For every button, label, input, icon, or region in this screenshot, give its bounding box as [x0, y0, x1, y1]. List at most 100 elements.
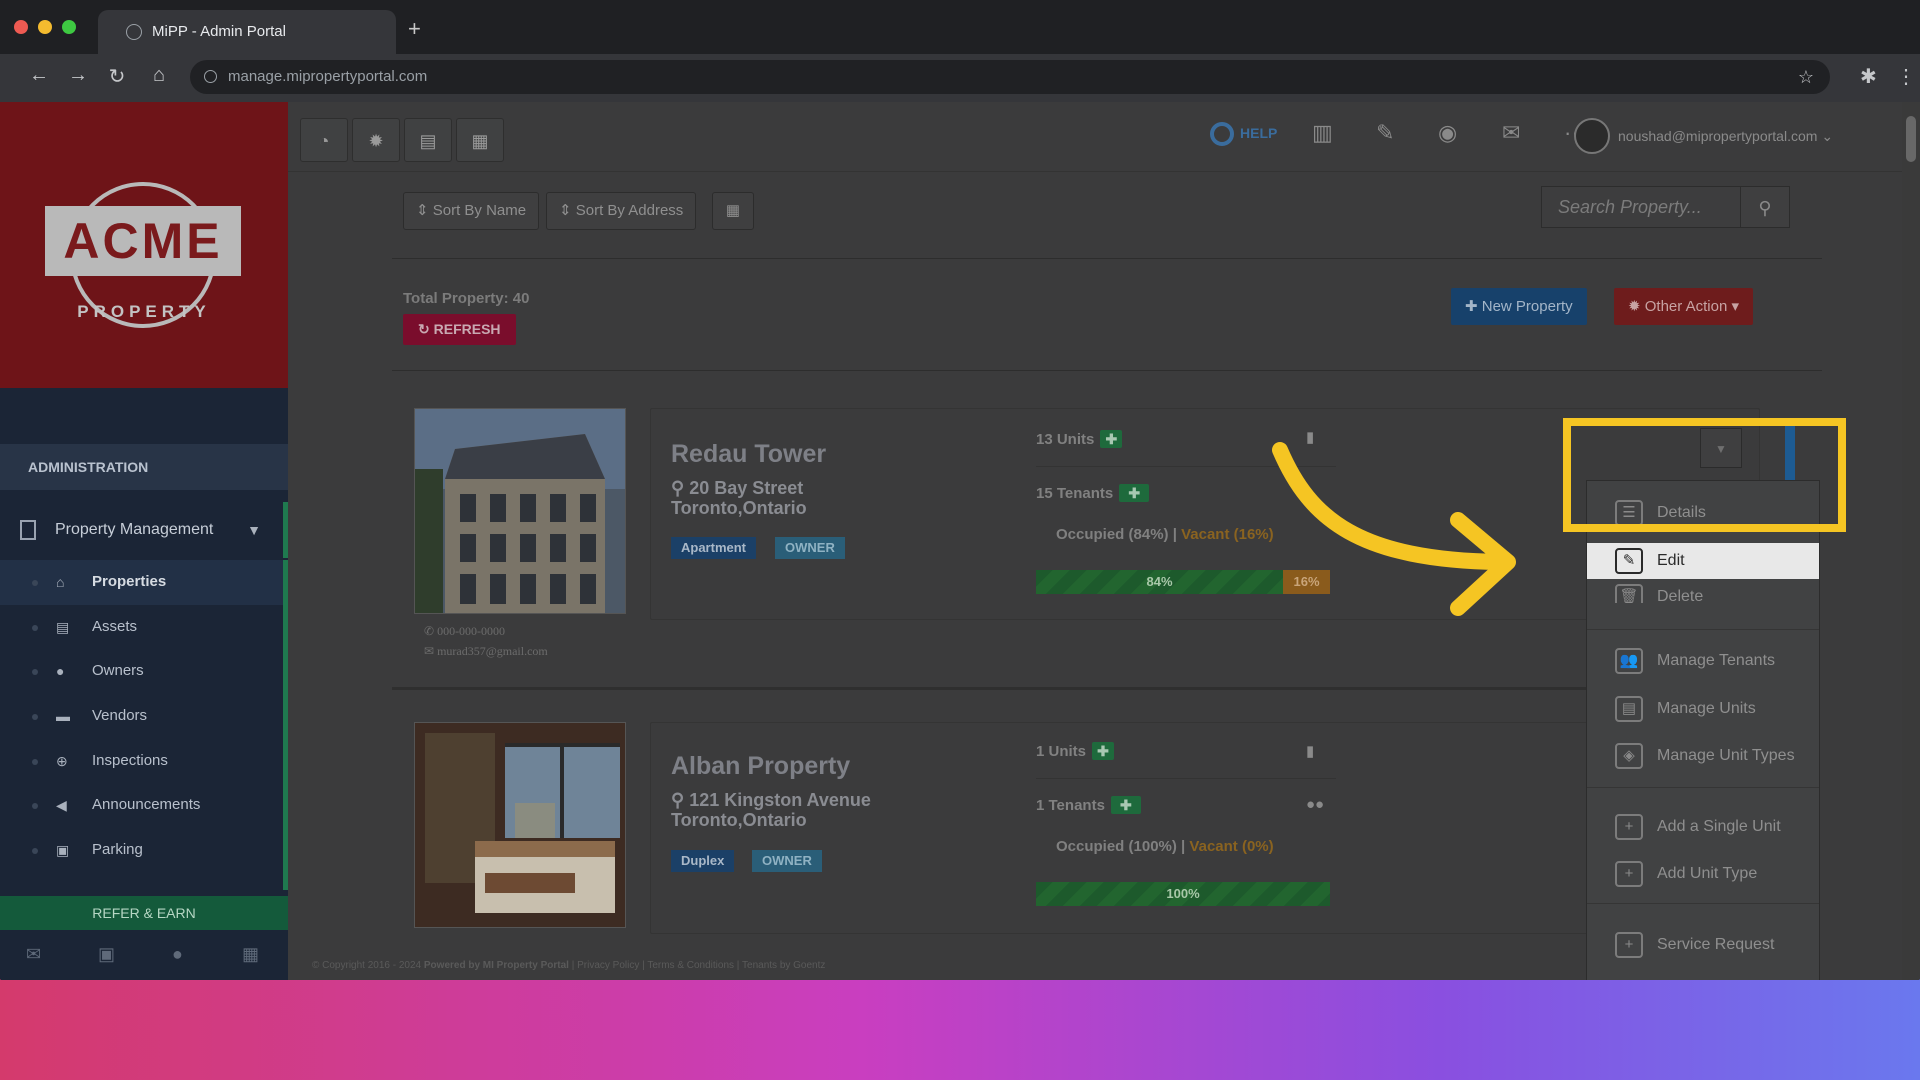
menu-item-label: Edit — [1657, 552, 1685, 569]
browser-tab[interactable]: MiPP - Admin Portal — [98, 10, 396, 54]
add-unit-icon[interactable]: ✚ — [1092, 742, 1115, 760]
envelope-icon[interactable]: ✉ — [1502, 120, 1520, 146]
property-photo[interactable] — [414, 408, 626, 614]
menu-item-add-single-unit[interactable]: + Add a Single Unit — [1587, 809, 1819, 845]
chevron-down-icon: ▼ — [247, 522, 261, 538]
plus-icon: + — [1615, 861, 1643, 887]
powered-by-link[interactable]: Powered by MI Property Portal — [424, 960, 569, 971]
help-link[interactable]: HELP — [1210, 120, 1278, 147]
add-tenant-icon[interactable]: ✚ — [1110, 796, 1141, 814]
menu-item-label: Manage Tenants — [1657, 652, 1776, 669]
wrench-icon[interactable]: ✎ — [1376, 120, 1394, 146]
bullet-dot — [32, 624, 38, 631]
units-count: 13 Units ✚ — [1036, 430, 1123, 448]
sidebar-item-assets[interactable]: ▤ Assets — [0, 605, 283, 650]
add-unit-icon[interactable]: ✚ — [1100, 430, 1123, 448]
refresh-icon: ↻ — [418, 321, 430, 337]
browser-menu-icon[interactable]: ⋮ — [1896, 64, 1916, 89]
forward-icon[interactable]: → — [65, 64, 91, 87]
logo-subtitle: PROPERTY — [77, 302, 211, 321]
bullet-dot — [32, 580, 38, 586]
menu-divider — [1587, 787, 1819, 788]
add-tenant-icon[interactable]: ✚ — [1119, 484, 1150, 502]
property-name[interactable]: Redau Tower — [671, 440, 826, 469]
bullet-dot — [32, 714, 38, 721]
globe-icon — [126, 24, 142, 40]
home-icon[interactable]: ⌂ — [146, 64, 172, 87]
menu-item-label: Service Request — [1657, 936, 1775, 953]
menu-item-service-request[interactable]: + Service Request — [1587, 927, 1819, 963]
table-view-icon[interactable]: ▦ — [712, 192, 754, 230]
menu-item-add-unit-type[interactable]: + Add Unit Type — [1587, 856, 1819, 892]
reload-icon[interactable]: ↻ — [104, 64, 130, 89]
user-menu[interactable]: noushad@mipropertyportal.com ⌄ — [1574, 118, 1833, 154]
scrollbar-thumb[interactable] — [1906, 116, 1916, 162]
map-marker-icon: ⚲ — [671, 478, 685, 498]
units-count: 1 Units ✚ — [1036, 742, 1115, 760]
briefcase-icon[interactable]: ▣ — [98, 944, 115, 965]
sidebar-item-properties[interactable]: ⌂ Properties — [0, 560, 283, 605]
building-icon — [20, 520, 36, 540]
refer-earn-button[interactable]: REFER & EARN — [0, 896, 288, 930]
copyright-text: © Copyright 2016 - 2024 — [312, 960, 422, 971]
contact-phone: ✆ 000-000-0000 — [424, 624, 505, 639]
minimize-window-button[interactable] — [38, 20, 52, 34]
new-tab-button[interactable]: + — [408, 16, 421, 42]
menu-item-manage-unit-types[interactable]: ◈ Manage Unit Types — [1587, 738, 1819, 774]
phone-icon: ✆ — [424, 624, 435, 638]
search-icon[interactable]: ⚲ — [1740, 186, 1790, 228]
property-name[interactable]: Alban Property — [671, 752, 850, 781]
sidebar-item-vendors[interactable]: ▬ Vendors — [0, 694, 283, 739]
user-icon[interactable]: ● — [172, 944, 183, 965]
new-property-button[interactable]: ✚ New Property — [1451, 288, 1587, 325]
refresh-button[interactable]: ↻ REFRESH — [403, 314, 516, 345]
help-label: HELP — [1240, 125, 1278, 141]
sidebar-group-label: Property Management — [55, 521, 214, 538]
sidebar-item-parking[interactable]: ▣ Parking — [0, 828, 283, 873]
menu-item-label: Manage Unit Types — [1657, 747, 1795, 764]
menu-item-label: Manage Units — [1657, 700, 1756, 717]
occupancy-text: Occupied (100%) | Vacant (0%) — [1056, 838, 1274, 855]
mail-icon[interactable]: ✉ — [26, 944, 41, 965]
sidebar-item-announcements[interactable]: ◀ Announcements — [0, 783, 283, 828]
url-text: manage.mipropertyportal.com — [228, 68, 428, 85]
extensions-icon[interactable]: ✱ — [1860, 64, 1877, 89]
tab-title: MiPP - Admin Portal — [152, 23, 286, 40]
sidebar-item-inspections[interactable]: ⊕ Inspections — [0, 739, 283, 784]
tenants-label: 1 Tenants — [1036, 797, 1105, 814]
gear-icon: ✹ — [1628, 298, 1641, 315]
menu-item-manage-units[interactable]: ▤ Manage Units — [1587, 691, 1819, 727]
calendar-icon[interactable]: ▤ — [404, 118, 452, 162]
bullet-dot — [32, 669, 38, 676]
archive-icon: ▤ — [56, 618, 70, 635]
menu-item-delete[interactable]: 🗑 Delete — [1587, 579, 1819, 603]
bookmark-star-icon[interactable]: ☆ — [1798, 60, 1814, 94]
logo[interactable]: ACME — [45, 206, 241, 276]
sidebar-item-owners[interactable]: ● Owners — [0, 649, 283, 694]
address-bar[interactable]: manage.mipropertyportal.com ☆ — [190, 60, 1830, 94]
bar-chart-icon[interactable]: ▥ — [1312, 120, 1333, 146]
eye-icon[interactable]: ◉ — [1438, 120, 1457, 146]
users-icon: 👥 — [1615, 648, 1643, 674]
terms-link[interactable]: Terms & Conditions — [647, 960, 734, 971]
new-property-label: New Property — [1481, 298, 1573, 315]
menu-item-edit[interactable]: ✎ Edit — [1587, 543, 1819, 579]
back-icon[interactable]: ← — [26, 64, 52, 87]
other-action-button[interactable]: ✹ Other Action ▾ — [1614, 288, 1753, 325]
maximize-window-button[interactable] — [62, 20, 76, 34]
sort-by-address-button[interactable]: ⇕ Sort By Address — [546, 192, 697, 230]
site-info-icon[interactable] — [204, 70, 217, 83]
trash-icon: 🗑 — [1615, 584, 1643, 603]
sidebar-group-property-management[interactable]: Property Management ▼ — [0, 502, 288, 558]
scrollbar[interactable] — [1902, 102, 1920, 980]
dashboard-icon[interactable]: ◔ — [300, 118, 348, 162]
bullet-dot — [32, 803, 38, 810]
gear-icon[interactable]: ✹ — [352, 118, 400, 162]
property-photo[interactable] — [414, 722, 626, 928]
calculator-icon[interactable]: ▦ — [456, 118, 504, 162]
sort-by-name-button[interactable]: ⇕ Sort By Name — [403, 192, 540, 230]
privacy-link[interactable]: Privacy Policy — [577, 960, 639, 971]
close-window-button[interactable] — [14, 20, 28, 34]
menu-item-manage-tenants[interactable]: 👥 Manage Tenants — [1587, 643, 1819, 679]
calculator-icon[interactable]: ▦ — [242, 944, 259, 965]
